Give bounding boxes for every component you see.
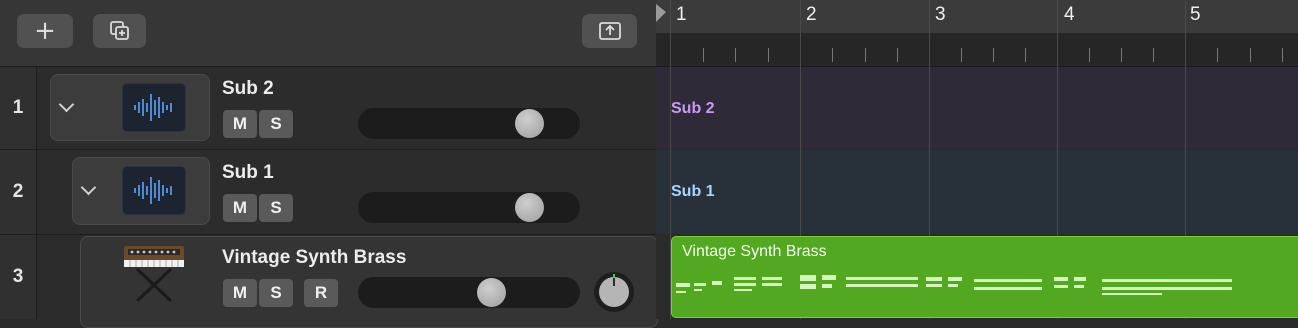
mute-button[interactable]: M [223, 110, 257, 138]
add-track-label: + [34, 16, 56, 46]
add-track-button[interactable]: + [17, 14, 73, 48]
midi-note [734, 289, 752, 291]
track-header-sub-2[interactable] [50, 74, 210, 141]
beat-tick [961, 48, 962, 62]
track-number: 1 [12, 97, 24, 118]
midi-note [1102, 293, 1162, 295]
track-lane-sub-2[interactable]: Sub 2 [656, 67, 1298, 149]
midi-note [694, 289, 702, 291]
midi-note [974, 279, 1042, 282]
bar-number: 1 [676, 4, 687, 25]
waveform-icon [122, 83, 186, 132]
waveform-icon [122, 166, 186, 215]
track-headers: + 1 2 3 Sub 2 M S Sub 1 M S Vintage Synt… [0, 0, 658, 328]
bar-number: 5 [1190, 4, 1201, 25]
bar-ruler-top [656, 0, 1298, 33]
row-divider [0, 234, 656, 235]
volume-knob[interactable] [514, 193, 544, 222]
region-name: Vintage Synth Brass [682, 243, 827, 260]
chevron-down-icon[interactable] [80, 179, 97, 196]
midi-note [1102, 287, 1232, 290]
bar-number: 3 [935, 4, 946, 25]
midi-region[interactable]: Vintage Synth Brass [671, 236, 1298, 318]
midi-note [1074, 277, 1086, 281]
midi-note [800, 284, 816, 289]
upload-icon [598, 22, 621, 40]
beat-tick [1153, 48, 1154, 62]
midi-note [676, 283, 690, 287]
beat-tick [1249, 48, 1251, 62]
track-header-sub-1[interactable] [72, 157, 210, 225]
track-name[interactable]: Sub 2 [222, 78, 274, 100]
duplicate-track-button[interactable] [93, 14, 146, 48]
tracks-area: 1 2 3 4 5 Sub 2 Sub 1 Vintage Synth Bras… [656, 0, 1298, 319]
midi-note [1102, 279, 1232, 282]
bar-ruler[interactable]: 1 2 3 4 5 [656, 0, 1298, 67]
midi-note [822, 284, 832, 288]
midi-note [676, 291, 686, 293]
beat-tick [1089, 48, 1090, 62]
midi-note [926, 277, 942, 281]
midi-note [926, 284, 942, 287]
solo-button[interactable]: S [259, 110, 293, 138]
midi-note [800, 275, 816, 281]
record-enable-button[interactable]: R [304, 279, 338, 307]
synthesizer-icon [124, 246, 184, 302]
track-lane-sub-1[interactable]: Sub 1 [656, 150, 1298, 234]
bar-number: 2 [806, 4, 817, 25]
beat-tick [1281, 48, 1283, 62]
solo-button[interactable]: S [259, 194, 293, 222]
beat-tick [735, 48, 736, 62]
duplicate-icon [109, 21, 129, 40]
midi-note [762, 283, 782, 286]
mute-button[interactable]: M [223, 279, 257, 307]
bar-number: 4 [1064, 4, 1075, 25]
midi-note [1054, 277, 1068, 281]
lane-label: Sub 2 [671, 100, 715, 117]
midi-note [694, 283, 706, 286]
beat-tick [896, 48, 898, 62]
playhead-icon [656, 4, 666, 22]
track-name[interactable]: Vintage Synth Brass [222, 247, 406, 269]
beat-tick [864, 48, 866, 62]
midi-note [1054, 285, 1068, 288]
midi-note [974, 287, 1042, 290]
midi-note [846, 277, 918, 280]
volume-slider[interactable] [358, 277, 580, 308]
track-number: 3 [12, 266, 24, 287]
track-name[interactable]: Sub 1 [222, 162, 274, 184]
volume-knob[interactable] [477, 278, 507, 307]
pan-knob-icon[interactable] [591, 270, 637, 314]
beat-tick [993, 48, 994, 62]
lane-label: Sub 1 [671, 183, 715, 200]
beat-tick [1121, 48, 1122, 62]
beat-tick [767, 48, 769, 62]
track-number: 2 [12, 181, 24, 202]
beat-tick [1217, 48, 1219, 62]
midi-note [734, 283, 756, 286]
beat-tick [832, 48, 834, 62]
volume-slider[interactable] [358, 192, 580, 223]
mute-button[interactable]: M [223, 194, 257, 222]
volume-knob[interactable] [514, 109, 544, 138]
midi-note [948, 284, 958, 287]
midi-note [1074, 285, 1084, 288]
midi-note [822, 275, 836, 280]
row-divider [0, 149, 656, 150]
chevron-down-icon[interactable] [58, 96, 75, 113]
midi-note [846, 284, 918, 287]
collapse-button[interactable] [582, 14, 637, 48]
track-header-toolbar: + [0, 0, 656, 67]
beat-tick [1025, 48, 1026, 62]
solo-button[interactable]: S [259, 279, 293, 307]
midi-note [762, 277, 782, 280]
midi-note [712, 281, 722, 285]
midi-note [948, 277, 962, 281]
beat-tick [702, 48, 704, 62]
midi-note [734, 277, 756, 280]
volume-slider[interactable] [358, 108, 580, 139]
